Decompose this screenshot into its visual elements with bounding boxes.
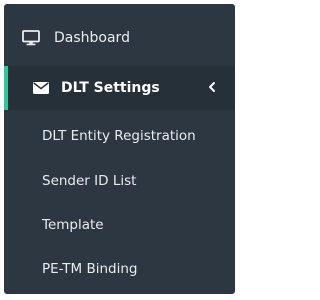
submenu-item-label: DLT Entity Registration	[42, 128, 196, 144]
sidebar-item-label: Dashboard	[54, 30, 130, 46]
sidebar-item-dashboard[interactable]: Dashboard	[4, 16, 235, 60]
sidebar-item-label: DLT Settings	[61, 80, 160, 96]
submenu-item-pe-tm-binding[interactable]: PE-TM Binding	[4, 249, 235, 289]
submenu-item-template[interactable]: Template	[4, 205, 235, 245]
submenu-item-dlt-entity-registration[interactable]: DLT Entity Registration	[4, 116, 235, 156]
submenu-item-sender-id-list[interactable]: Sender ID List	[4, 161, 235, 201]
envelope-icon	[33, 82, 49, 94]
sidebar: Dashboard DLT Settings DLT Entity Regist…	[4, 4, 235, 294]
submenu-item-label: PE-TM Binding	[42, 261, 138, 277]
sidebar-item-dlt-settings[interactable]: DLT Settings	[4, 66, 235, 110]
chevron-left-icon[interactable]	[207, 80, 217, 94]
submenu-item-label: Sender ID List	[42, 173, 137, 189]
monitor-icon	[22, 30, 40, 46]
submenu-item-label: Template	[42, 217, 104, 233]
